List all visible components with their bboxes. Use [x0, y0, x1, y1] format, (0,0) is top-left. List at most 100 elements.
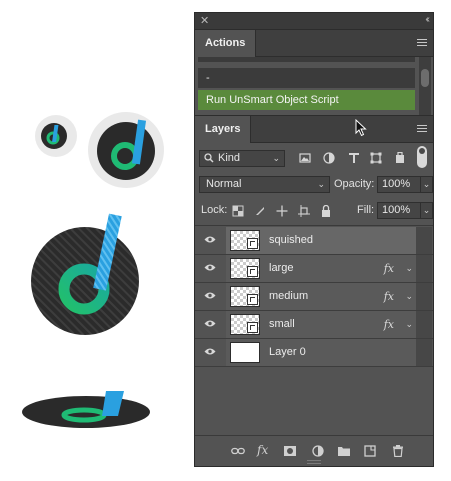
visibility-toggle[interactable] — [195, 311, 225, 338]
layer-main[interactable]: large fx ⌄ — [226, 255, 416, 282]
layer-thumbnail — [230, 230, 260, 251]
layer-main[interactable]: Layer 0 — [226, 339, 416, 366]
action-item[interactable]: - — [198, 68, 415, 88]
layer-row[interactable]: squished — [195, 227, 433, 255]
action-row-partial[interactable] — [198, 57, 415, 62]
medium-logo — [86, 108, 166, 188]
fx-badge[interactable]: fx — [384, 283, 394, 310]
visibility-toggle[interactable] — [195, 339, 225, 366]
lock-row: Lock: Fill: 100% ⌄ — [195, 197, 433, 226]
actions-scrollbar[interactable] — [419, 57, 431, 115]
layer-row[interactable]: small fx ⌄ — [195, 311, 433, 339]
smart-object-filter-icon[interactable] — [394, 152, 406, 164]
action-item-selected[interactable]: Run UnSmart Object Script — [198, 90, 415, 110]
resize-grip[interactable] — [307, 460, 321, 464]
mask-icon[interactable] — [283, 445, 297, 457]
photoshop-panel-dock: ✕ ‹‹ Actions - Run UnSmart Object Script… — [194, 12, 434, 467]
filter-kind-select[interactable]: Kind ⌄ — [199, 150, 285, 167]
lock-transparency-icon[interactable] — [232, 205, 244, 217]
layer-row[interactable]: Layer 0 — [195, 339, 433, 367]
blend-mode-select[interactable]: Normal ⌄ — [199, 176, 330, 193]
fx-badge[interactable]: fx — [384, 255, 394, 282]
search-icon — [204, 153, 214, 163]
actions-panel-menu-icon[interactable] — [417, 39, 427, 47]
layers-tab-row: Layers — [195, 115, 433, 143]
lock-all-icon[interactable] — [320, 205, 332, 217]
eye-icon[interactable] — [204, 235, 216, 244]
blend-row: Normal ⌄ Opacity: 100% ⌄ — [195, 173, 433, 197]
folder-icon[interactable] — [337, 445, 351, 457]
squished-logo — [22, 388, 152, 432]
dock-title-bar[interactable]: ✕ ‹‹ — [195, 13, 433, 30]
layers-bottom-toolbar: fx — [195, 435, 433, 466]
chevron-down-icon[interactable]: ⌄ — [405, 311, 413, 338]
adjustment-icon[interactable] — [311, 445, 325, 457]
smart-object-badge-icon — [247, 294, 258, 305]
chevron-down-icon: ⌄ — [317, 179, 325, 189]
smart-object-badge-icon — [247, 238, 258, 249]
tab-layers[interactable]: Layers — [195, 116, 252, 143]
smart-object-badge-icon — [247, 266, 258, 277]
visibility-toggle[interactable] — [195, 283, 225, 310]
chevron-down-icon[interactable]: ⌄ — [405, 283, 413, 310]
fill-label: Fill: — [357, 204, 375, 216]
fill-field[interactable]: 100% — [377, 202, 421, 219]
eye-icon[interactable] — [204, 263, 216, 272]
lock-position-icon[interactable] — [276, 205, 288, 217]
close-icon[interactable]: ✕ — [200, 14, 209, 27]
layer-name[interactable]: small — [269, 311, 295, 338]
large-logo — [27, 212, 149, 336]
layer-name[interactable]: large — [269, 255, 293, 282]
chevron-down-icon: ⌄ — [272, 153, 280, 163]
opacity-field[interactable]: 100% — [377, 176, 421, 193]
filter-kind-label: Kind — [218, 152, 241, 164]
lock-label: Lock: — [201, 204, 228, 216]
layer-name[interactable]: medium — [269, 283, 308, 310]
eye-icon[interactable] — [204, 319, 216, 328]
fx-badge[interactable]: fx — [384, 311, 394, 338]
small-logo — [34, 114, 78, 158]
image-filter-icon[interactable] — [299, 152, 311, 164]
layer-thumbnail — [230, 258, 260, 279]
chevron-down-icon[interactable]: ⌄ — [405, 255, 413, 282]
visibility-toggle[interactable] — [195, 227, 225, 254]
fill-dropdown[interactable]: ⌄ — [420, 202, 433, 219]
new-layer-icon[interactable] — [363, 445, 377, 457]
layer-thumbnail — [230, 342, 260, 363]
layer-row[interactable]: medium fx ⌄ — [195, 283, 433, 311]
smart-object-badge-icon — [247, 322, 258, 333]
actions-tab-row: Actions — [195, 30, 433, 57]
mouse-cursor-icon — [355, 119, 367, 137]
fill-value: 100% — [382, 204, 411, 216]
layer-filter-row: Kind ⌄ — [195, 143, 433, 173]
layer-main[interactable]: medium fx ⌄ — [226, 283, 416, 310]
tab-actions[interactable]: Actions — [195, 30, 257, 57]
double-chevron-icon[interactable]: ‹‹ — [425, 14, 429, 25]
layer-main[interactable]: small fx ⌄ — [226, 311, 416, 338]
opacity-dropdown[interactable]: ⌄ — [420, 176, 433, 193]
layer-name[interactable]: Layer 0 — [269, 339, 306, 366]
layer-main[interactable]: squished — [226, 227, 416, 254]
layer-thumbnail — [230, 314, 260, 335]
eye-icon[interactable] — [204, 347, 216, 356]
adjustment-filter-icon[interactable] — [323, 152, 335, 164]
visibility-toggle[interactable] — [195, 255, 225, 282]
layer-row[interactable]: large fx ⌄ — [195, 255, 433, 283]
layers-panel-menu-icon[interactable] — [417, 125, 427, 133]
actions-scroll-thumb[interactable] — [421, 69, 429, 87]
type-filter-icon[interactable] — [348, 152, 360, 164]
layer-list: squished large fx ⌄ medium fx ⌄ small fx… — [195, 227, 433, 367]
layer-name[interactable]: squished — [269, 227, 313, 254]
opacity-value: 100% — [382, 178, 411, 190]
shape-filter-icon[interactable] — [370, 152, 382, 164]
actions-list: - Run UnSmart Object Script — [195, 57, 433, 115]
eye-icon[interactable] — [204, 291, 216, 300]
lock-pixels-icon[interactable] — [254, 205, 266, 217]
blend-mode-value: Normal — [206, 178, 242, 190]
lock-artboard-icon[interactable] — [298, 205, 310, 217]
filter-toggle[interactable] — [417, 146, 427, 168]
layer-thumbnail — [230, 286, 260, 307]
fx-icon[interactable]: fx — [257, 443, 271, 457]
trash-icon[interactable] — [391, 445, 405, 457]
link-icon[interactable] — [231, 445, 245, 457]
